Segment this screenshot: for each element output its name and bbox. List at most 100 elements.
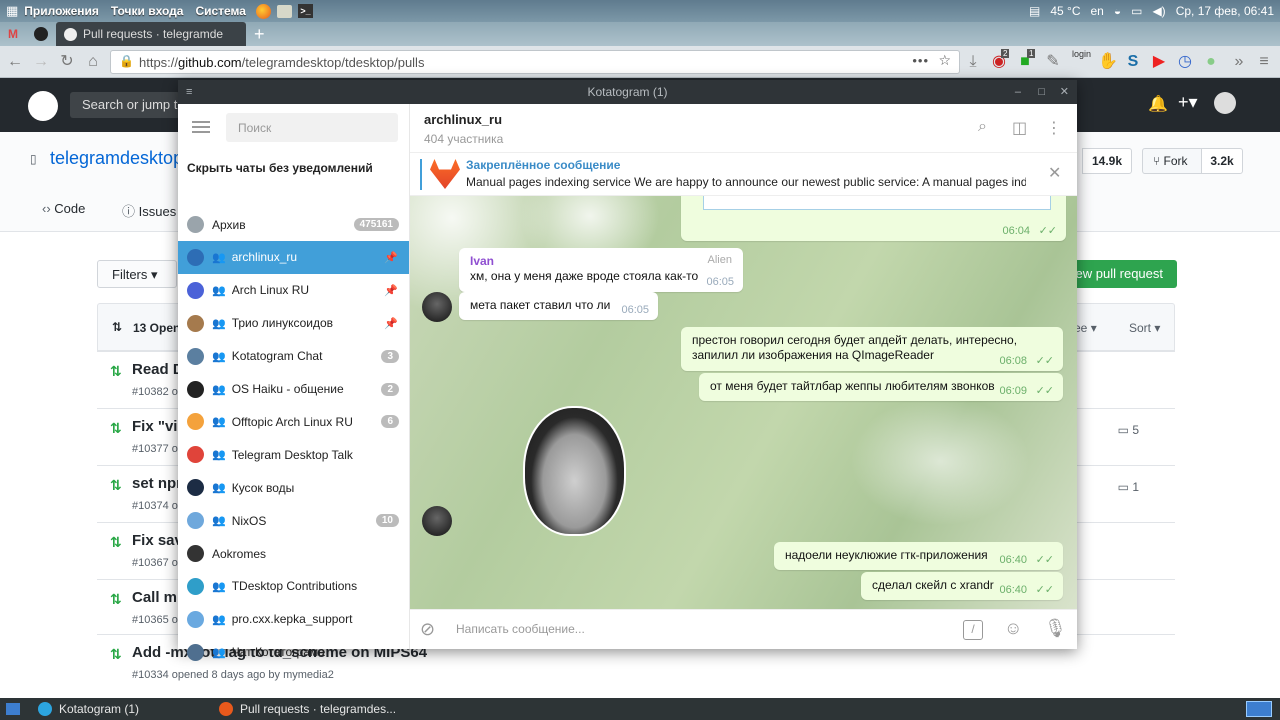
chat-list-item[interactable]: 👥 pro.cxx.kepka_support — [178, 603, 409, 636]
extension-tool-icon[interactable]: ✎ — [1044, 53, 1062, 71]
close-pinned-icon[interactable]: ✕ — [1048, 163, 1061, 183]
chat-title[interactable]: archlinux_ru — [424, 112, 502, 127]
pr-comment-count[interactable]: ▭ 1 — [1118, 480, 1139, 494]
chat-list-item[interactable]: Aokromes — [178, 537, 409, 570]
pinned-message-bar[interactable]: Закреплённое сообщение Manual pages inde… — [410, 153, 1077, 196]
chat-list-item[interactable]: 👥 Чат Котатограма — [178, 636, 409, 669]
extension-login-label[interactable]: login — [1072, 49, 1091, 59]
chat-list-item[interactable]: Архив 475161 — [178, 208, 409, 241]
more-options-icon[interactable]: ⋮ — [1046, 118, 1062, 138]
message-input[interactable]: Написать сообщение... — [456, 622, 936, 636]
extension-s-icon[interactable]: S — [1124, 53, 1142, 71]
chat-list-item[interactable]: 👥 Offtopic Arch Linux RU 6 — [178, 405, 409, 438]
create-new-icon[interactable]: +▾ — [1178, 92, 1198, 113]
chat-list-item[interactable]: 👥 Kotatogram Chat 3 — [178, 340, 409, 373]
message-bubble-out[interactable]: престон говорил сегодня будет апдейт дел… — [681, 327, 1063, 371]
chat-list-item[interactable]: 👥 Telegram Desktop Talk — [178, 438, 409, 471]
bot-commands-icon[interactable]: / — [963, 620, 983, 640]
sticker-face[interactable] — [523, 406, 626, 536]
extension-circle-icon[interactable]: ● — [1202, 53, 1220, 71]
chat-list-item[interactable]: 👥 Трио линуксоидов 📌 — [178, 307, 409, 340]
taskbar-item-firefox[interactable]: Pull requests · telegramdes... — [240, 702, 396, 716]
tab-code[interactable]: ‹› Code — [42, 201, 85, 216]
terminal-launcher-icon[interactable]: >_ — [297, 4, 313, 18]
files-launcher-icon[interactable] — [276, 4, 292, 18]
bookmark-star-icon[interactable]: ☆ — [938, 52, 951, 69]
message-bubble-out[interactable]: сделал скейл с xrandr 06:40 ✓✓ — [861, 572, 1063, 600]
github-search-input[interactable]: Search or jump to… — [70, 92, 180, 118]
new-tab-button[interactable]: + — [246, 22, 273, 46]
lock-icon[interactable]: 🔒 — [119, 54, 134, 68]
sort-dropdown[interactable]: Sort ▾ — [1129, 321, 1160, 335]
minimize-icon[interactable]: – — [1015, 80, 1021, 104]
emoji-icon[interactable]: ☺ — [1004, 618, 1022, 639]
volume-icon[interactable]: ◀) — [1152, 4, 1165, 18]
pr-title[interactable]: set npr — [132, 475, 182, 492]
filters-button[interactable]: Filters ▾ — [97, 260, 177, 288]
show-desktop-icon[interactable] — [6, 703, 20, 715]
pr-title[interactable]: Fix "vi — [132, 418, 177, 435]
chat-list-item[interactable]: 👥 OS Haiku - общение 2 — [178, 373, 409, 406]
message-bubble-out[interactable]: надоели неуклюжие гтк-приложения 06:40 ✓… — [774, 542, 1063, 570]
toggle-sidebar-icon[interactable]: ◫ — [1012, 118, 1027, 138]
message-bubble-in[interactable]: мета пакет ставил что ли 06:05 — [459, 292, 658, 320]
maximize-icon[interactable]: □ — [1038, 80, 1045, 104]
sender-avatar[interactable] — [422, 292, 452, 322]
hide-muted-chats-link[interactable]: Скрыть чаты без уведомлений — [187, 161, 373, 175]
url-field[interactable]: 🔒 https://github.com/telegramdesktop/tde… — [110, 50, 960, 74]
page-actions-icon[interactable]: ••• — [912, 53, 929, 68]
hamburger-menu-icon[interactable]: ≡ — [1255, 53, 1273, 71]
main-menu-icon[interactable] — [192, 121, 210, 123]
home-icon[interactable]: ⌂ — [84, 53, 102, 71]
menu-places[interactable]: Точки входа — [111, 4, 184, 18]
taskbar-item-kotatogram[interactable]: Kotatogram (1) — [59, 702, 219, 716]
sender-avatar[interactable] — [422, 506, 452, 536]
chat-list-item[interactable]: 👥 TDesktop Contributions — [178, 570, 409, 603]
message-sender[interactable]: Ivan — [470, 254, 732, 268]
search-icon[interactable]: ⌕ — [978, 118, 987, 136]
tab-pull-requests[interactable]: Pull requests · telegramde — [56, 22, 246, 46]
message-bubble-in[interactable]: Ivan Alien хм, она у меня даже вроде сто… — [459, 248, 743, 292]
wifi-icon[interactable]: ◒ — [1114, 4, 1121, 18]
firefox-launcher-icon[interactable] — [255, 3, 271, 19]
star-count[interactable]: 14.9k — [1082, 148, 1132, 174]
extension-clock-icon[interactable]: ◷ — [1176, 53, 1194, 71]
voice-record-icon[interactable]: 🎙 — [1044, 618, 1067, 639]
tab-github-pinned[interactable] — [26, 22, 56, 46]
tab-gmail[interactable]: M — [0, 22, 26, 46]
avatar[interactable] — [1214, 92, 1236, 114]
window-menu-icon[interactable]: ≡ — [186, 80, 192, 104]
github-logo-icon[interactable] — [28, 91, 58, 121]
back-arrow-icon[interactable]: ← — [6, 53, 24, 71]
notifications-icon[interactable]: 🔔 — [1148, 94, 1168, 114]
attach-icon[interactable]: ⊘ — [420, 619, 435, 640]
menu-applications[interactable]: Приложения — [24, 4, 99, 18]
pr-title[interactable]: Call m — [132, 589, 177, 606]
fork-count[interactable]: 3.2k — [1201, 148, 1243, 174]
chat-search-input[interactable]: Поиск — [226, 113, 398, 142]
pr-title[interactable]: Fix sav — [132, 532, 183, 549]
assignee-dropdown[interactable]: ee ▾ — [1074, 321, 1097, 335]
close-window-icon[interactable]: ✕ — [1060, 80, 1069, 104]
chat-list-item[interactable]: 👥 Arch Linux RU 📌 — [178, 274, 409, 307]
open-count[interactable]: 13 Open — [133, 321, 180, 335]
overflow-menu-icon[interactable]: » — [1230, 53, 1248, 71]
reload-icon[interactable]: ↻ — [58, 53, 76, 71]
new-pull-request-button[interactable]: New pull request — [1060, 260, 1177, 288]
fork-button[interactable]: ⑂ Fork — [1142, 148, 1202, 174]
repo-owner-link[interactable]: telegramdesktop — [50, 148, 183, 169]
forward-arrow-icon[interactable]: → — [32, 53, 50, 71]
chat-list-item[interactable]: 👥 NixOS 10 — [178, 504, 409, 537]
workspace-switcher-icon[interactable] — [1246, 701, 1272, 717]
keyboard-layout[interactable]: en — [1091, 4, 1104, 18]
extension-youtube-icon[interactable]: ▶ — [1150, 53, 1168, 71]
pr-comment-count[interactable]: ▭ 5 — [1118, 423, 1139, 437]
message-bubble-out[interactable]: 06:04 ✓✓ — [681, 196, 1066, 241]
chat-list-item[interactable]: 👥 Кусок воды — [178, 471, 409, 504]
tab-issues[interactable]: ⓘ Issues — [122, 201, 176, 220]
extension-hand-icon[interactable]: ✋ — [1098, 53, 1118, 71]
message-bubble-out[interactable]: от меня будет тайтлбар жеппы любителям з… — [699, 373, 1063, 401]
clock[interactable]: Ср, 17 фев, 06:41 — [1176, 4, 1274, 18]
chat-list-item[interactable]: 👥 archlinux_ru 📌 — [178, 240, 409, 274]
menu-system[interactable]: Система — [195, 4, 246, 18]
